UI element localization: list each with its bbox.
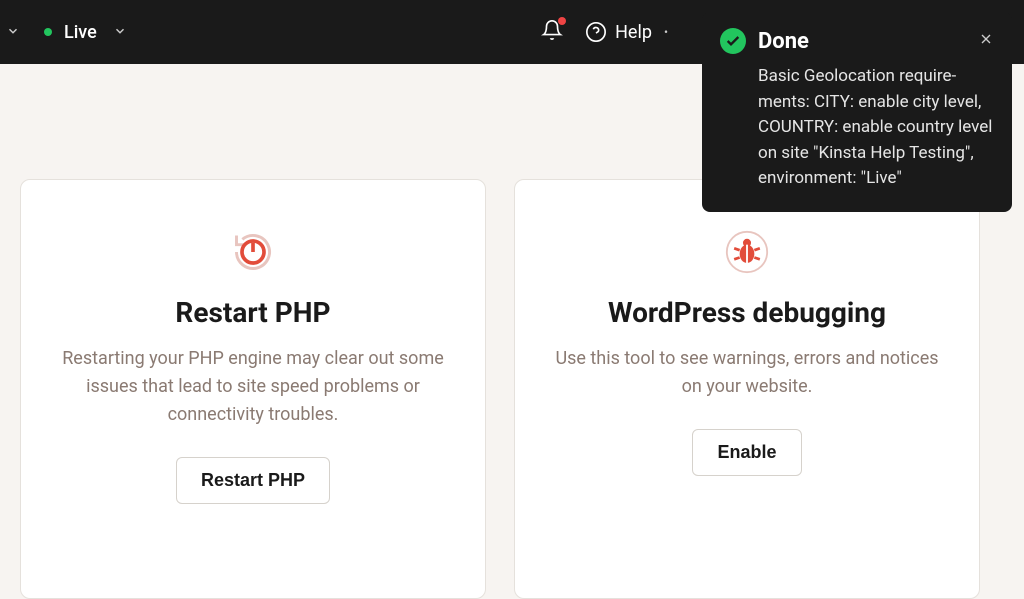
toast-body: Basic Geolocation require­ments: CITY: e… [758,64,994,192]
help-button[interactable]: Help • [585,21,668,43]
close-icon [978,31,994,47]
site-dropdown[interactable] [6,24,20,41]
card-title: Restart PHP [61,296,445,329]
success-check-icon [720,28,746,54]
environment-dropdown[interactable]: Live [52,22,127,43]
enable-debugging-button[interactable]: Enable [692,429,801,476]
notifications-button[interactable] [541,19,563,45]
toast-title: Done [758,29,966,54]
restart-php-button[interactable]: Restart PHP [176,457,330,504]
restart-php-card: Restart PHP Restarting your PHP engine m… [20,179,486,599]
card-description: Use this tool to see warnings, errors an… [555,345,939,401]
power-icon [229,228,277,276]
bug-icon [723,228,771,276]
notification-badge-icon [558,17,566,25]
toast-notification: Done Basic Geolocation require­ments: CI… [702,12,1012,212]
status-dot-icon [44,28,52,36]
help-indicator-icon: • [664,25,668,39]
card-title: WordPress debugging [555,296,939,329]
chevron-down-icon [6,24,20,41]
card-description: Restarting your PHP engine may clear out… [61,345,445,429]
environment-label: Live [64,22,97,43]
help-label: Help [615,22,652,43]
toast-close-button[interactable] [978,31,994,52]
wordpress-debugging-card: WordPress debugging Use this tool to see… [514,179,980,599]
chevron-down-icon [113,24,127,41]
help-circle-icon [585,21,607,43]
